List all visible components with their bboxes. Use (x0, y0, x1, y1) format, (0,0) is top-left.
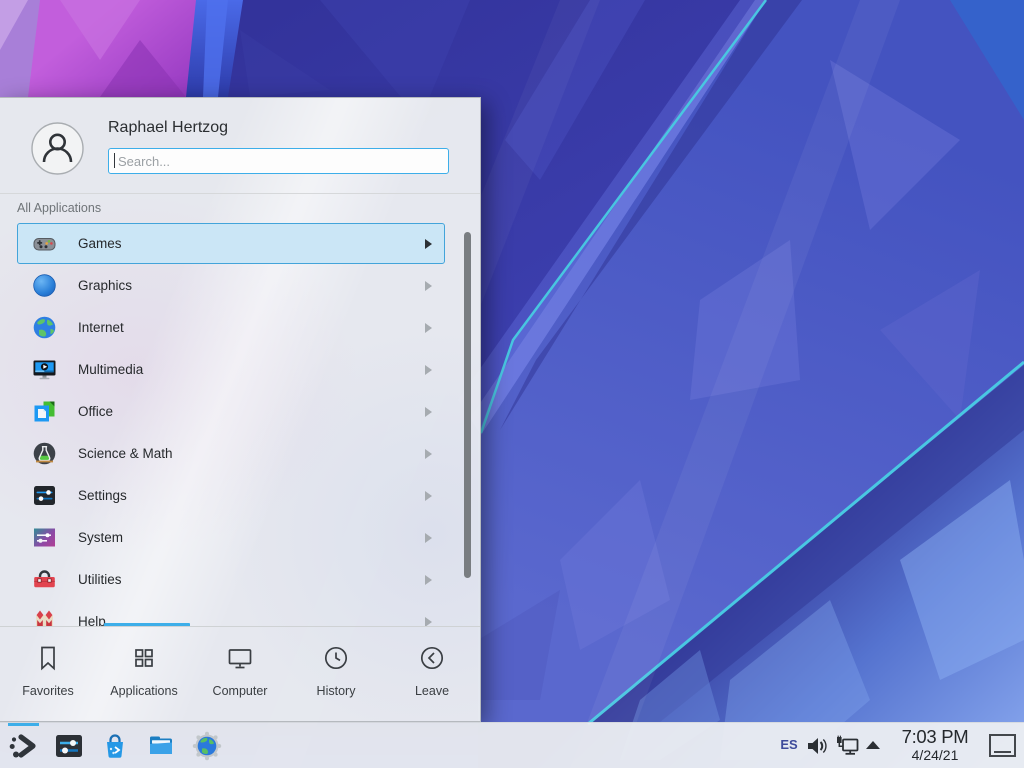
category-graphics[interactable]: Graphics (17, 265, 445, 306)
toolbox-icon (31, 566, 58, 593)
keyboard-layout-indicator[interactable]: ES (777, 737, 801, 752)
search-field-wrap (108, 148, 449, 174)
category-system[interactable]: System (17, 517, 445, 558)
user-name: Raphael Hertzog (108, 119, 228, 137)
submenu-arrow-icon (425, 407, 432, 417)
bookmark-icon (33, 643, 63, 673)
computer-icon (225, 643, 255, 673)
blue-sphere-icon (31, 272, 58, 299)
tab-favorites[interactable]: Favorites (0, 627, 96, 723)
category-label: Graphics (78, 278, 132, 293)
gamepad-icon (31, 230, 58, 257)
submenu-arrow-icon (425, 365, 432, 375)
search-input[interactable] (108, 148, 449, 174)
tab-computer[interactable]: Computer (192, 627, 288, 723)
category-label: Help (78, 614, 106, 626)
show-desktop-icon[interactable] (989, 734, 1016, 757)
category-label: Games (78, 236, 122, 251)
leave-icon (417, 643, 447, 673)
grid-icon (129, 643, 159, 673)
documents-icon (31, 398, 58, 425)
digital-clock[interactable]: 7:03 PM 4/24/21 (893, 726, 977, 764)
file-manager-folder-icon[interactable] (146, 731, 176, 761)
category-label: System (78, 530, 123, 545)
submenu-arrow-icon (425, 617, 432, 627)
submenu-arrow-icon (425, 281, 432, 291)
tab-label: Favorites (0, 684, 96, 698)
flask-icon (31, 440, 58, 467)
volume-icon[interactable] (806, 735, 830, 757)
category-multimedia[interactable]: Multimedia (17, 349, 445, 390)
category-label: Settings (78, 488, 127, 503)
tab-applications[interactable]: Applications (96, 627, 192, 723)
category-help[interactable]: Help (17, 601, 445, 626)
clock-date: 4/24/21 (893, 747, 977, 764)
discover-bag-icon[interactable] (100, 731, 130, 761)
section-label: All Applications (17, 201, 101, 215)
submenu-arrow-icon (425, 323, 432, 333)
user-avatar-icon[interactable] (31, 122, 84, 175)
tab-label: History (288, 684, 384, 698)
clock-time: 7:03 PM (893, 726, 977, 747)
kde-launcher-icon[interactable] (8, 730, 39, 762)
submenu-arrow-icon (425, 449, 432, 459)
category-office[interactable]: Office (17, 391, 445, 432)
tab-label: Leave (384, 684, 480, 698)
globe-icon (31, 314, 58, 341)
submenu-arrow-icon (425, 491, 432, 501)
submenu-arrow-icon (425, 533, 432, 543)
app-category-list: Games Graphics Internet (0, 222, 480, 626)
tab-label: Computer (192, 684, 288, 698)
tab-history[interactable]: History (288, 627, 384, 723)
taskbar: ES 7:03 PM 4/24/21 (0, 722, 1024, 768)
launcher-tab-bar: Favorites Applications (0, 626, 480, 723)
category-label: Multimedia (78, 362, 143, 377)
category-label: Science & Math (78, 446, 173, 461)
wired-network-icon[interactable] (835, 735, 860, 757)
system-sliders-icon (31, 524, 58, 551)
launcher-header: Raphael Hertzog (0, 98, 480, 194)
media-monitor-icon (31, 356, 58, 383)
launcher-active-indicator (8, 723, 39, 726)
category-utilities[interactable]: Utilities (17, 559, 445, 600)
settings-sliders-icon (31, 482, 58, 509)
category-label: Internet (78, 320, 124, 335)
category-games[interactable]: Games (17, 223, 445, 264)
tab-label: Applications (96, 684, 192, 698)
category-settings[interactable]: Settings (17, 475, 445, 516)
category-internet[interactable]: Internet (17, 307, 445, 348)
clock-icon (321, 643, 351, 673)
category-label: Utilities (78, 572, 122, 587)
category-label: Office (78, 404, 113, 419)
scrollbar[interactable] (464, 232, 471, 578)
web-browser-globe-icon[interactable] (192, 731, 222, 761)
submenu-arrow-icon (425, 239, 432, 249)
desktop: Raphael Hertzog All Applications (0, 0, 1024, 768)
submenu-arrow-icon (425, 575, 432, 585)
expand-tray-arrow-icon[interactable] (866, 741, 880, 749)
system-settings-icon[interactable] (54, 731, 84, 761)
application-launcher-menu: Raphael Hertzog All Applications (0, 97, 481, 722)
help-figures-icon (31, 608, 58, 626)
tab-leave[interactable]: Leave (384, 627, 480, 723)
text-caret (114, 153, 115, 168)
category-science-math[interactable]: Science & Math (17, 433, 445, 474)
